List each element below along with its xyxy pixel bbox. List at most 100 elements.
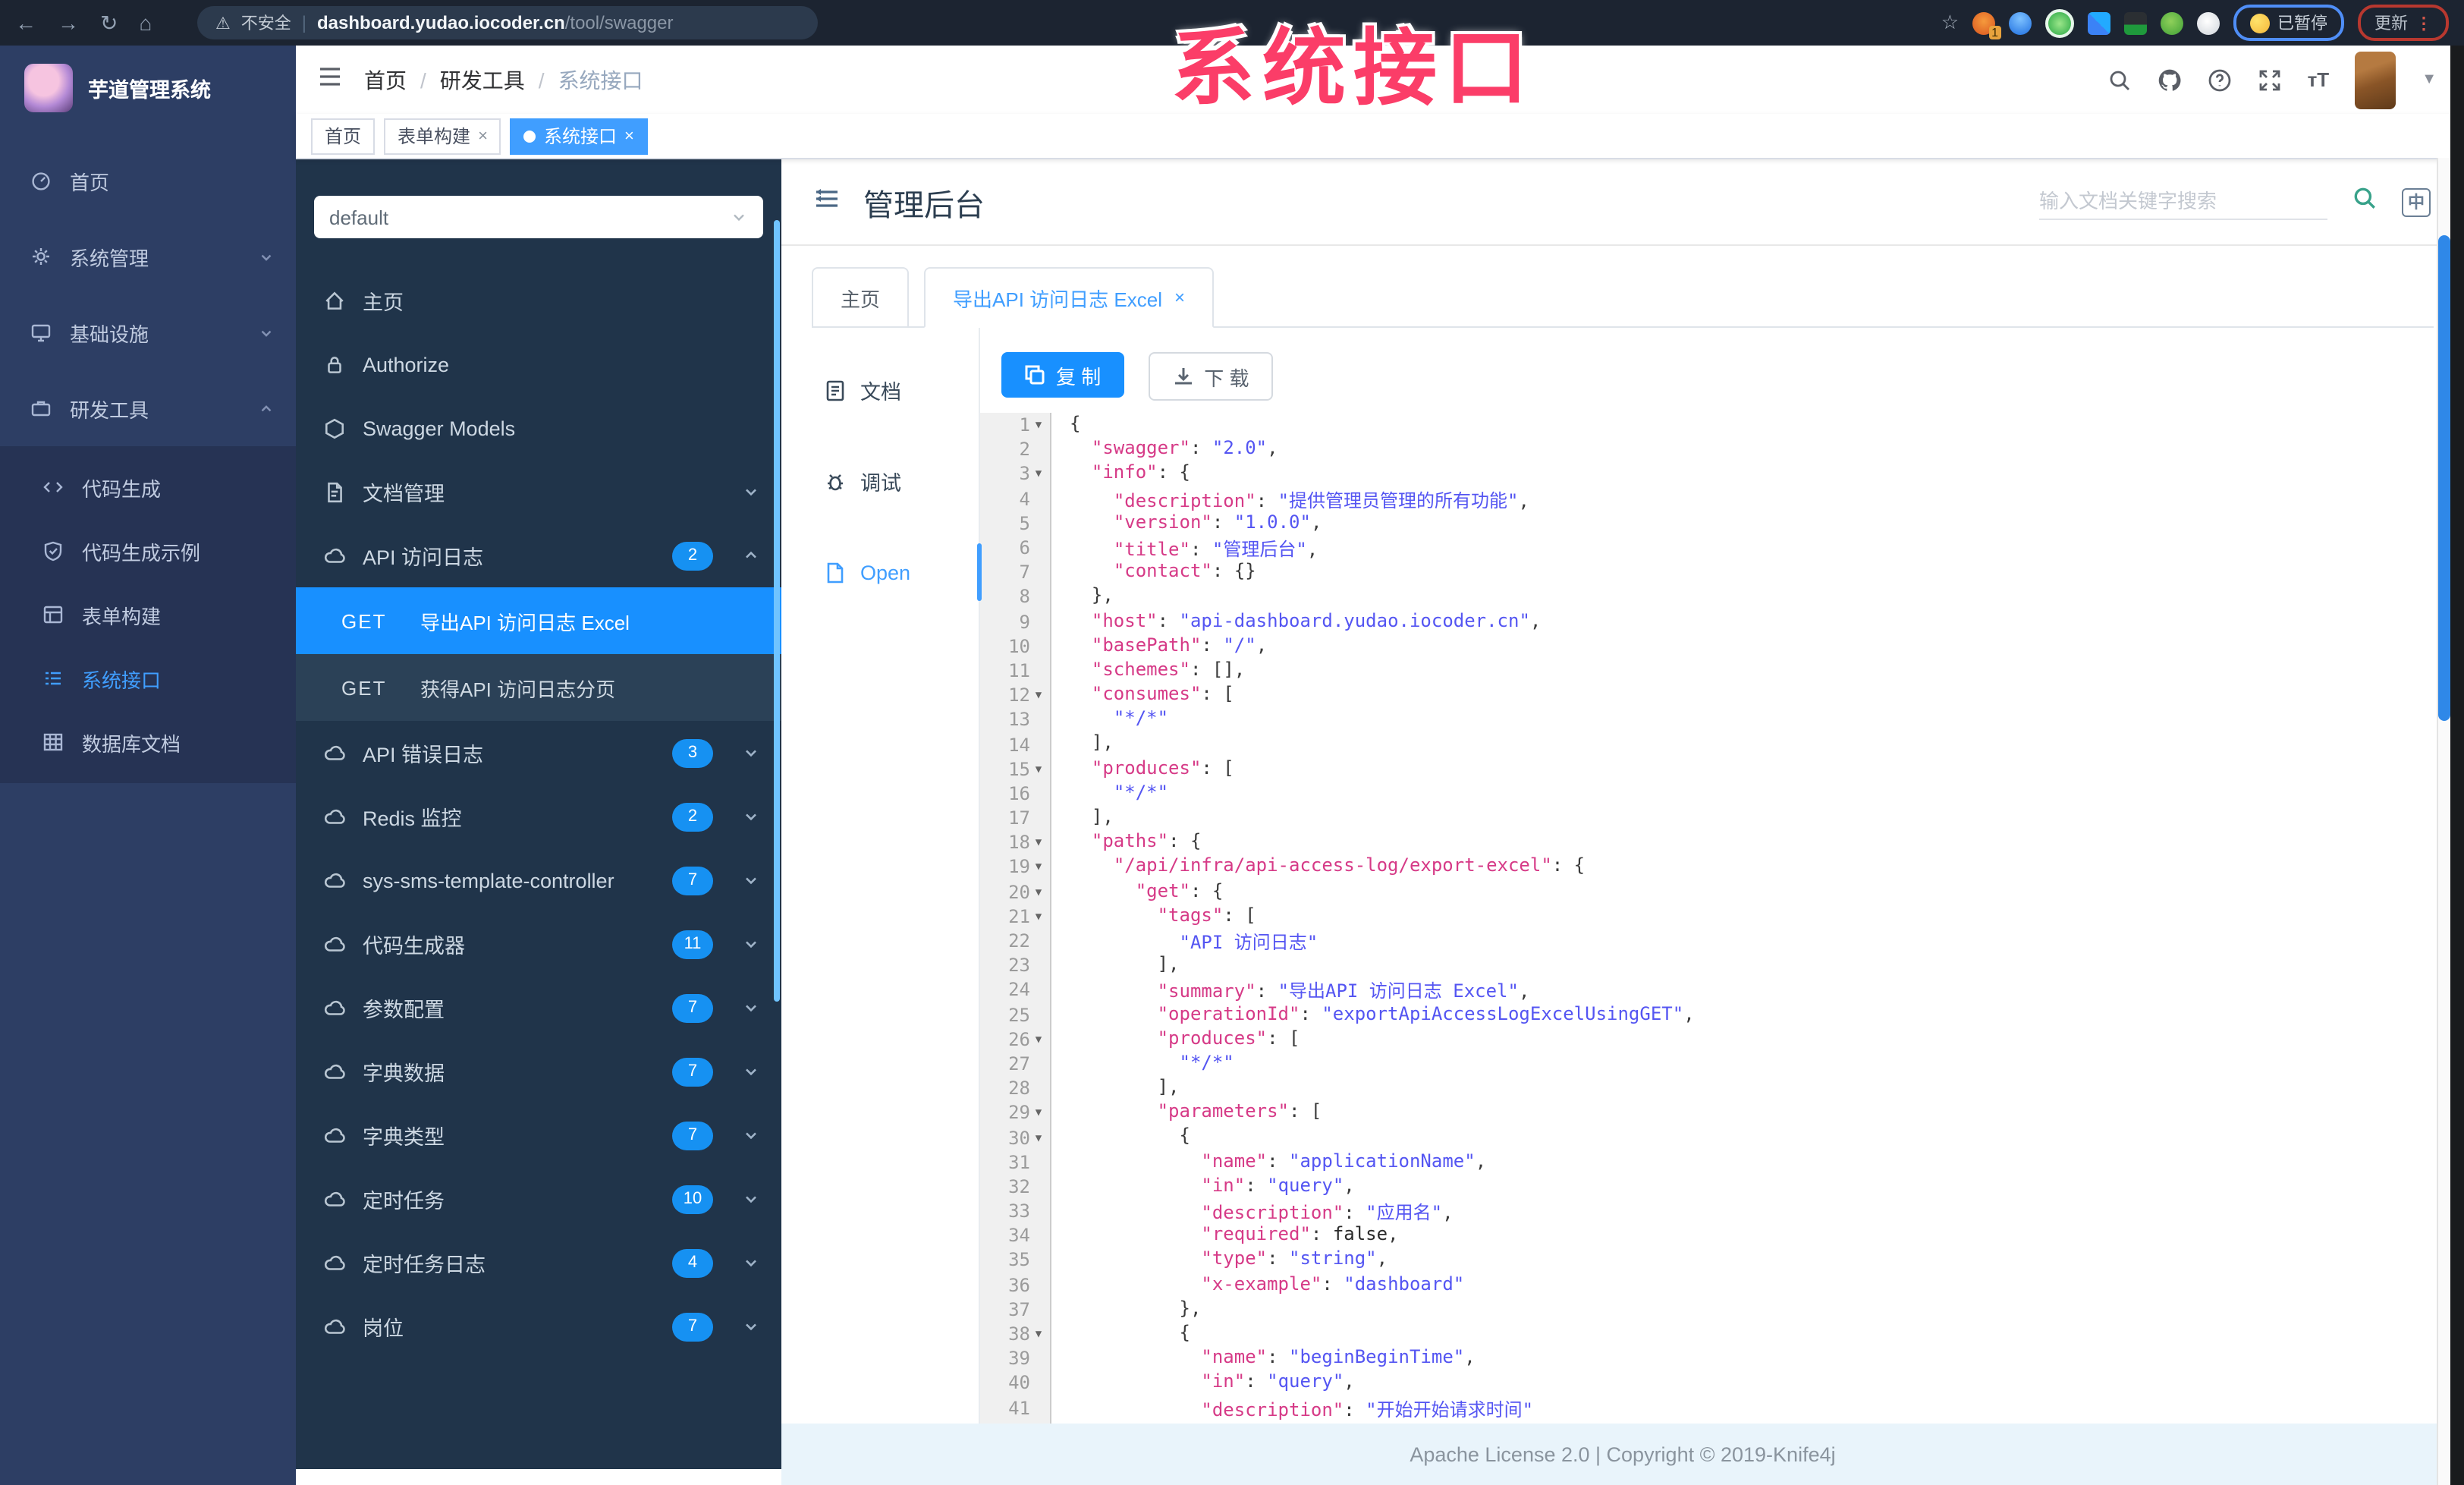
swagger-menu-item[interactable]: 定时任务日志 4 <box>296 1231 781 1295</box>
gutter-line: 30 ▼ <box>980 1125 1050 1150</box>
get-endpoint-item[interactable]: GET 导出API 访问日志 Excel <box>296 587 781 654</box>
app-logo[interactable]: 芋道管理系统 <box>0 46 296 143</box>
help-icon[interactable] <box>2208 68 2232 92</box>
endpoint-count-badge: 7 <box>672 1312 713 1341</box>
debug-icon <box>828 474 843 490</box>
swagger-menu-item[interactable]: 字典类型 7 <box>296 1103 781 1167</box>
swagger-menu-item[interactable]: 代码生成器 11 <box>296 912 781 976</box>
sidebar-item-system-mgmt[interactable]: 系统管理 <box>0 219 296 294</box>
fullscreen-icon[interactable] <box>2258 68 2282 92</box>
extension-icon-2[interactable] <box>2009 11 2032 34</box>
sidebar-item-system-api[interactable]: 系统接口 <box>0 647 296 710</box>
code-line: "*/*" <box>1179 1051 1234 1073</box>
swagger-menu-item[interactable]: Redis 监控 2 <box>296 785 781 848</box>
swagger-menu-item[interactable]: 定时任务 10 <box>296 1167 781 1231</box>
document-icon <box>826 379 844 401</box>
cloud-api-icon <box>324 1063 345 1078</box>
sidebar-item-dev-tools[interactable]: 研发工具 <box>0 370 296 446</box>
github-icon[interactable] <box>2158 68 2182 92</box>
swagger-menu-item[interactable]: 参数配置 7 <box>296 976 781 1040</box>
json-editor[interactable]: 1 ▼ 2 3 ▼ 4 5 6 7 8 9 10 11 12 ▼ 13 14 15 ▼ 16 17 18 ▼ 19 ▼ 20 ▼ 21… <box>980 413 2464 1423</box>
search-icon[interactable] <box>2107 68 2132 92</box>
doc-footer: Apache License 2.0 | Copyright © 2019-Kn… <box>781 1423 2464 1485</box>
side-tab-debug[interactable]: 调试 <box>781 458 979 504</box>
page-scrollbar-thumb[interactable] <box>2438 235 2450 721</box>
extension-icon-5[interactable] <box>2124 11 2147 34</box>
browser-update-pill[interactable]: 更新 ⋮ <box>2358 5 2449 41</box>
bookmark-star-icon[interactable]: ☆ <box>1941 11 1959 35</box>
sidebar-item-code-gen[interactable]: 代码生成 <box>0 455 296 519</box>
doc-tab-home[interactable]: 主页 <box>812 267 910 328</box>
swagger-menu-item[interactable]: sys-sms-template-controller 7 <box>296 848 781 912</box>
breadcrumb-home[interactable]: 首页 <box>364 64 407 95</box>
sidebar-item-code-gen-demo[interactable]: 代码生成示例 <box>0 519 296 583</box>
endpoint-count-badge: 2 <box>672 541 713 570</box>
doc-tab-export-api[interactable]: 导出API 访问日志 Excel × <box>924 267 1214 328</box>
extension-icon-4[interactable] <box>2088 11 2110 34</box>
paused-extension-pill[interactable]: 已暂停 <box>2233 5 2344 41</box>
home-icon[interactable]: ⌂ <box>139 10 152 36</box>
side-tab-doc[interactable]: 文档 <box>781 367 979 413</box>
cloud-api-icon <box>324 1254 345 1269</box>
http-method-label: GET <box>341 609 387 632</box>
language-icon[interactable]: 中 <box>2402 187 2431 216</box>
doc-main: 管理后台 中 主页 <box>781 159 2464 1485</box>
annotation-overlay: 系统接口 <box>1171 20 1536 117</box>
tag-form-builder[interactable]: 表单构建 × <box>384 118 501 154</box>
swagger-menu-item[interactable]: API 访问日志 2 <box>296 524 781 587</box>
swagger-menu-item[interactable]: 主页 <box>296 269 781 332</box>
gutter-line: 17 <box>1008 807 1030 829</box>
browser-menu-icon[interactable]: ⋮ <box>2415 13 2432 33</box>
doc-search-icon[interactable] <box>2352 185 2378 219</box>
download-button[interactable]: 下 载 <box>1148 352 1274 401</box>
api-group-select[interactable]: default <box>314 196 763 238</box>
form-table-icon <box>43 606 63 624</box>
extension-icon-3[interactable] <box>2045 8 2074 37</box>
back-icon[interactable]: ← <box>15 10 36 36</box>
chevron-down-icon <box>746 941 756 949</box>
close-icon[interactable]: × <box>624 127 634 145</box>
tag-system-api[interactable]: 系统接口 × <box>510 118 648 154</box>
swagger-menu-item[interactable]: 文档管理 <box>296 460 781 524</box>
swagger-menu-item[interactable]: API 错误日志 3 <box>296 721 781 785</box>
swagger-scrollbar-thumb[interactable] <box>774 220 780 1002</box>
breadcrumb-dev-tools[interactable]: 研发工具 <box>440 64 525 95</box>
hamburger-icon[interactable] <box>317 63 343 96</box>
extension-icon-1[interactable]: 1 <box>1972 11 2001 39</box>
font-size-icon[interactable]: тT <box>2308 68 2330 91</box>
sidebar-item-home[interactable]: 首页 <box>0 143 296 219</box>
gutter-line: 21 ▼ <box>980 905 1050 929</box>
close-icon[interactable]: × <box>1174 287 1185 308</box>
download-icon <box>1174 368 1192 385</box>
get-endpoint-item[interactable]: GET 获得API 访问日志分页 <box>296 654 781 721</box>
code-line: "API 访问日志" <box>1179 931 1318 953</box>
chevron-down-icon <box>261 329 272 336</box>
sidebar-item-form-builder[interactable]: 表单构建 <box>0 583 296 647</box>
swagger-menu-item[interactable]: 岗位 7 <box>296 1295 781 1358</box>
swagger-menu-item[interactable]: 字典数据 7 <box>296 1040 781 1103</box>
sidebar-item-db-doc[interactable]: 数据库文档 <box>0 710 296 774</box>
extension-icon-7[interactable] <box>2197 11 2220 34</box>
doc-search-input[interactable] <box>2039 184 2327 220</box>
gutter-line: 7 <box>1019 562 1030 584</box>
address-bar[interactable]: ⚠ 不安全 | dashboard.yudao.iocoder.cn/tool/… <box>197 6 818 39</box>
extension-icon-6[interactable] <box>2161 11 2183 34</box>
sidebar-item-infrastructure[interactable]: 基础设施 <box>0 294 296 370</box>
endpoint-count-badge: 2 <box>672 802 713 831</box>
cloud-api-icon <box>324 872 345 887</box>
breadcrumb: 首页 / 研发工具 / 系统接口 <box>364 64 643 95</box>
reload-icon[interactable]: ↻ <box>100 10 118 36</box>
swagger-menu-item[interactable]: Authorize <box>296 332 781 396</box>
code-icon <box>43 482 63 492</box>
cloud-api-icon <box>324 1318 345 1333</box>
copy-button[interactable]: 复 制 <box>1001 352 1124 398</box>
swagger-menu-item[interactable]: Swagger Models <box>296 396 781 460</box>
lock-icon <box>328 356 341 373</box>
fold-caret-icon: ▼ <box>1035 419 1042 432</box>
close-icon[interactable]: × <box>478 127 488 145</box>
user-menu-caret-icon[interactable]: ▼ <box>2422 71 2437 88</box>
user-avatar[interactable] <box>2355 51 2396 109</box>
side-tab-open[interactable]: Open <box>781 543 982 601</box>
tag-home[interactable]: 首页 <box>311 118 376 154</box>
forward-icon[interactable]: → <box>58 10 79 36</box>
